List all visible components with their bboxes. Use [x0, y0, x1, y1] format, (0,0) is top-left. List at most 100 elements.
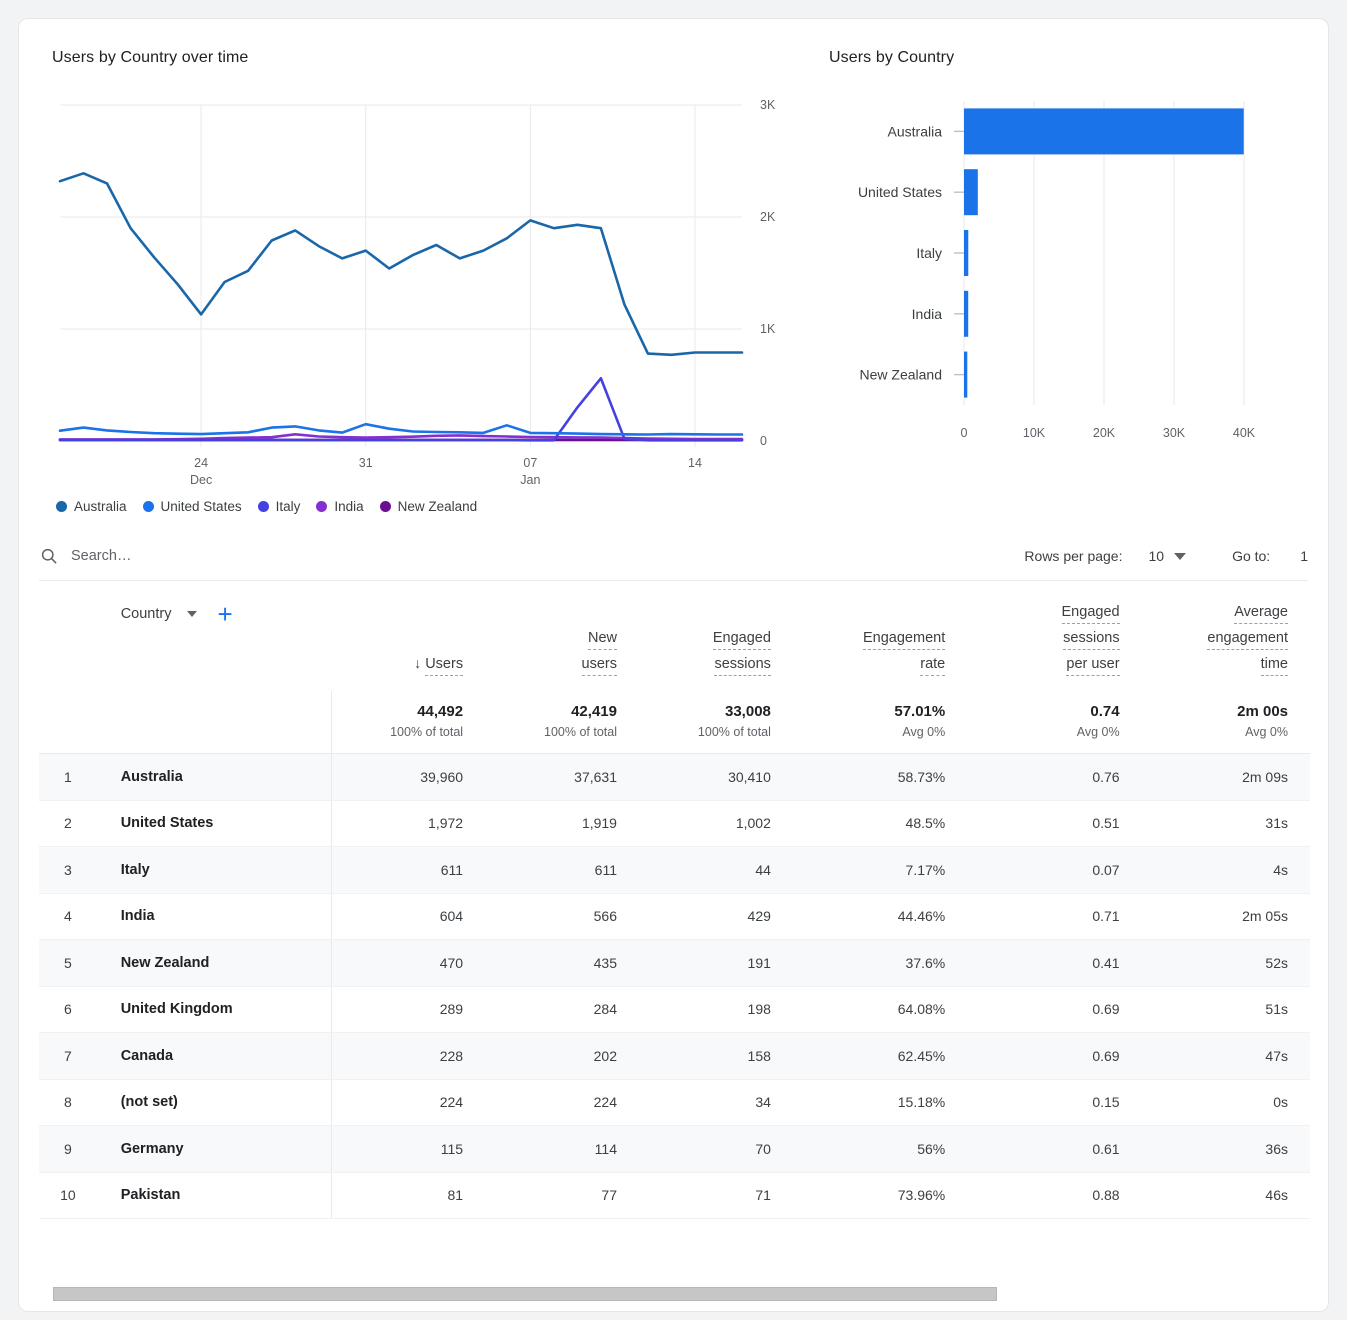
row-country[interactable]: (not set): [97, 1079, 331, 1126]
svg-text:0: 0: [760, 434, 767, 448]
row-rank: 5: [39, 940, 97, 987]
goto-page-control[interactable]: Go to: 1: [1232, 548, 1308, 564]
row-country[interactable]: Australia: [97, 754, 331, 801]
svg-text:Italy: Italy: [916, 245, 942, 261]
column-header-line: Engagement: [793, 625, 945, 651]
column-header-line: Average: [1142, 599, 1288, 625]
row-country[interactable]: Pakistan: [97, 1172, 331, 1219]
row-new-users: 224: [485, 1079, 639, 1126]
table-row[interactable]: 10Pakistan81777173.96%0.8846s: [39, 1172, 1310, 1219]
search-box[interactable]: [39, 546, 1024, 566]
goto-page-value[interactable]: 1: [1300, 548, 1308, 564]
column-header-line: per user: [967, 651, 1119, 677]
chevron-down-icon[interactable]: [187, 611, 197, 617]
row-eng-per-u: 0.76: [967, 754, 1141, 801]
column-header-line: New: [485, 625, 617, 651]
svg-text:07: 07: [523, 456, 537, 470]
row-eng-rate: 56%: [793, 1126, 967, 1173]
row-avg-time: 2m 09s: [1142, 754, 1310, 801]
totals-value: 57.01%: [793, 703, 945, 720]
plus-icon[interactable]: +: [217, 601, 232, 627]
row-eng-rate: 15.18%: [793, 1079, 967, 1126]
column-header-text: New: [588, 630, 617, 650]
table-row[interactable]: 5New Zealand47043519137.6%0.4152s: [39, 940, 1310, 987]
column-header-text: Average: [1234, 604, 1288, 624]
scrollbar-thumb[interactable]: [53, 1287, 997, 1301]
dimension-header[interactable]: Country +: [97, 581, 331, 691]
column-header-eng_rate[interactable]: Engagementrate: [793, 581, 967, 691]
table-row[interactable]: 9Germany1151147056%0.6136s: [39, 1126, 1310, 1173]
column-header-eng_per_u[interactable]: Engagedsessionsper user: [967, 581, 1141, 691]
bar-chart-svg: 010K20K30K40KAustraliaUnited StatesItaly…: [829, 93, 1259, 463]
svg-text:Dec: Dec: [190, 473, 212, 487]
svg-text:14: 14: [688, 456, 702, 470]
row-eng-rate: 44.46%: [793, 893, 967, 940]
totals-subtext: Avg 0%: [967, 725, 1119, 739]
row-users: 1,972: [331, 800, 485, 847]
row-country[interactable]: India: [97, 893, 331, 940]
row-country[interactable]: United Kingdom: [97, 986, 331, 1033]
line-chart-legend: Australia United States Italy India New Zeal…: [56, 499, 819, 514]
column-header-text: sessions: [714, 656, 770, 676]
table-row[interactable]: 8(not set)2242243415.18%0.150s: [39, 1079, 1310, 1126]
row-country[interactable]: New Zealand: [97, 940, 331, 987]
svg-text:Australia: Australia: [888, 123, 943, 139]
row-country[interactable]: Canada: [97, 1033, 331, 1080]
legend-item-united-states[interactable]: United States: [143, 499, 242, 514]
svg-text:Jan: Jan: [520, 473, 540, 487]
column-header-users[interactable]: ↓Users: [331, 581, 485, 691]
table-row[interactable]: 4India60456642944.46%0.712m 05s: [39, 893, 1310, 940]
table-row[interactable]: 3Italy611611447.17%0.074s: [39, 847, 1310, 894]
table-row[interactable]: 7Canada22820215862.45%0.6947s: [39, 1033, 1310, 1080]
svg-text:1K: 1K: [760, 322, 776, 336]
legend-item-italy[interactable]: Italy: [258, 499, 301, 514]
table-row[interactable]: 1Australia39,96037,63130,41058.73%0.762m…: [39, 754, 1310, 801]
row-avg-time: 47s: [1142, 1033, 1310, 1080]
line-chart-plot[interactable]: 01K2K3K24Dec3107Jan14: [52, 93, 792, 493]
row-new-users: 566: [485, 893, 639, 940]
row-eng-sess: 429: [639, 893, 793, 940]
row-country[interactable]: Germany: [97, 1126, 331, 1173]
svg-text:0: 0: [961, 426, 968, 440]
row-eng-rate: 7.17%: [793, 847, 967, 894]
bar-chart-plot[interactable]: 010K20K30K40KAustraliaUnited StatesItaly…: [829, 93, 1259, 473]
row-users: 81: [331, 1172, 485, 1219]
dimension-name: Country: [121, 606, 172, 622]
row-users: 224: [331, 1079, 485, 1126]
row-eng-sess: 30,410: [639, 754, 793, 801]
column-header-text: time: [1261, 656, 1288, 676]
column-header-text: per user: [1066, 656, 1119, 676]
legend-color-swatch: [258, 501, 269, 512]
table-totals: 44,492100% of total42,419100% of total33…: [39, 691, 1310, 754]
row-eng-sess: 1,002: [639, 800, 793, 847]
legend-item-india[interactable]: India: [316, 499, 363, 514]
row-eng-rate: 58.73%: [793, 754, 967, 801]
row-new-users: 37,631: [485, 754, 639, 801]
column-header-eng_sess[interactable]: Engaged sessions: [639, 581, 793, 691]
totals-value: 0.74: [967, 703, 1119, 720]
table-row[interactable]: 6United Kingdom28928419864.08%0.6951s: [39, 986, 1310, 1033]
legend-item-australia[interactable]: Australia: [56, 499, 127, 514]
sort-descending-icon[interactable]: ↓: [414, 655, 421, 671]
search-input[interactable]: [71, 548, 391, 564]
svg-text:United States: United States: [858, 184, 942, 200]
svg-text:New Zealand: New Zealand: [860, 367, 943, 383]
rows-per-page-value: 10: [1148, 548, 1164, 564]
table-row[interactable]: 2United States1,9721,9191,00248.5%0.5131…: [39, 800, 1310, 847]
legend-item-new-zealand[interactable]: New Zealand: [380, 499, 478, 514]
rows-per-page-select[interactable]: 10: [1148, 548, 1186, 564]
rows-per-page-label: Rows per page:: [1024, 548, 1122, 564]
row-eng-per-u: 0.41: [967, 940, 1141, 987]
row-eng-rate: 48.5%: [793, 800, 967, 847]
column-header-text: Engaged: [713, 630, 771, 650]
svg-text:24: 24: [194, 456, 208, 470]
row-users: 228: [331, 1033, 485, 1080]
column-header-avg_time[interactable]: Averageengagementtime: [1142, 581, 1310, 691]
horizontal-scrollbar[interactable]: [53, 1287, 1295, 1301]
column-header-new_users[interactable]: Newusers: [485, 581, 639, 691]
totals-cell: 42,419100% of total: [485, 691, 639, 754]
row-new-users: 611: [485, 847, 639, 894]
row-country[interactable]: United States: [97, 800, 331, 847]
row-rank: 7: [39, 1033, 97, 1080]
row-country[interactable]: Italy: [97, 847, 331, 894]
